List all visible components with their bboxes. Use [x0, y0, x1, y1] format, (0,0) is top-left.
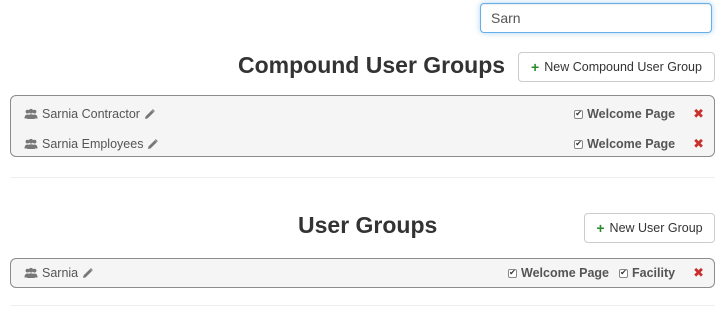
- user-groups-panel: Sarnia ✔ Welcome Page ✔ Facility ✖: [10, 258, 715, 288]
- search-input[interactable]: [480, 3, 712, 33]
- pencil-icon[interactable]: [144, 108, 155, 120]
- plus-icon: +: [531, 59, 540, 75]
- user-groups-title: User Groups: [298, 212, 438, 238]
- permission-checkbox[interactable]: ✔: [508, 268, 517, 278]
- list-item: Sarnia Employees ✔ Welcome Page ✖: [11, 133, 714, 155]
- list-item: Sarnia Contractor ✔ Welcome Page ✖: [11, 103, 714, 125]
- permission-checkbox[interactable]: ✔: [574, 139, 584, 149]
- permission-label: Welcome Page: [587, 137, 676, 151]
- group-name: Sarnia: [42, 266, 79, 280]
- permission-checkbox[interactable]: ✔: [619, 268, 629, 278]
- group-name: Sarnia Employees: [42, 137, 144, 151]
- delete-icon[interactable]: ✖: [693, 136, 704, 152]
- group-name: Sarnia Contractor: [42, 107, 140, 121]
- divider: [10, 305, 715, 306]
- pencil-icon[interactable]: [147, 138, 159, 150]
- divider: [10, 177, 715, 178]
- new-compound-user-group-button[interactable]: + New Compound User Group: [518, 52, 715, 82]
- users-icon: [24, 108, 38, 119]
- users-icon: [24, 267, 38, 278]
- permission-checkbox[interactable]: ✔: [574, 109, 584, 119]
- new-compound-user-group-label: New Compound User Group: [544, 60, 702, 74]
- list-item: Sarnia ✔ Welcome Page ✔ Facility ✖: [11, 262, 714, 284]
- plus-icon: +: [596, 220, 605, 236]
- permission-label: Welcome Page: [521, 266, 610, 280]
- compound-user-groups-panel: Sarnia Contractor ✔ Welcome Page ✖ Sarni…: [10, 95, 715, 157]
- pencil-icon[interactable]: [82, 267, 93, 279]
- users-icon: [24, 138, 38, 149]
- new-user-group-button[interactable]: + New User Group: [584, 213, 715, 243]
- delete-icon[interactable]: ✖: [693, 265, 704, 281]
- permission-label: Facility: [632, 266, 676, 280]
- permission-label: Welcome Page: [587, 107, 676, 121]
- delete-icon[interactable]: ✖: [693, 106, 704, 122]
- new-user-group-label: New User Group: [609, 221, 703, 235]
- compound-user-groups-title: Compound User Groups: [238, 52, 506, 78]
